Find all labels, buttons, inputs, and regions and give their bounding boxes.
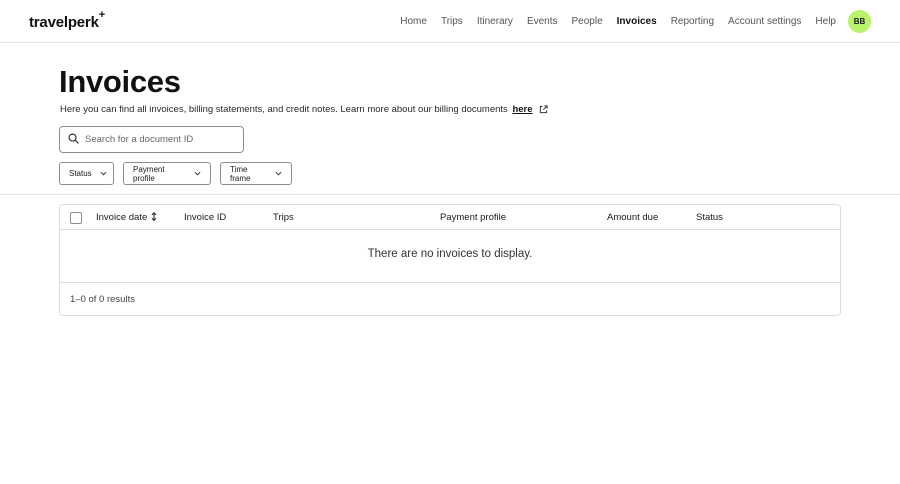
status-filter-label: Status bbox=[69, 169, 92, 178]
nav-account-settings[interactable]: Account settings bbox=[728, 0, 801, 43]
payment-profile-filter-label: Payment profile bbox=[133, 164, 165, 183]
column-invoice-id: Invoice ID bbox=[184, 212, 227, 223]
nav-people[interactable]: People bbox=[572, 0, 603, 43]
time-frame-filter-label: Time frame bbox=[230, 164, 251, 183]
nav-help[interactable]: Help bbox=[815, 0, 836, 43]
external-link-icon[interactable] bbox=[539, 105, 548, 117]
page-title: Invoices bbox=[59, 64, 181, 99]
main-nav: Home Trips Itinerary Events People Invoi… bbox=[386, 0, 836, 43]
nav-reporting[interactable]: Reporting bbox=[671, 0, 714, 43]
avatar[interactable]: BB bbox=[848, 10, 871, 33]
chevron-down-icon bbox=[100, 169, 107, 178]
sort-icon[interactable] bbox=[151, 207, 157, 232]
page-subtitle: Here you can find all invoices, billing … bbox=[60, 104, 548, 117]
logo-plus: + bbox=[98, 9, 105, 21]
select-all-checkbox[interactable] bbox=[70, 212, 82, 224]
table-header: Invoice date Invoice ID Trips Payment pr… bbox=[60, 205, 840, 230]
column-invoice-date[interactable]: Invoice date bbox=[96, 205, 157, 232]
time-frame-filter-dropdown[interactable]: Time frame bbox=[220, 162, 292, 185]
nav-home[interactable]: Home bbox=[400, 0, 427, 43]
logo-text: travelperk bbox=[29, 14, 99, 31]
results-count: 1–0 of 0 results bbox=[70, 294, 135, 305]
invoices-table: Invoice date Invoice ID Trips Payment pr… bbox=[59, 204, 841, 316]
search-icon bbox=[68, 131, 79, 149]
search-input[interactable] bbox=[85, 134, 235, 145]
empty-state-message: There are no invoices to display. bbox=[367, 248, 533, 260]
chevron-down-icon bbox=[194, 169, 201, 178]
travelperk-logo[interactable]: travelperk+ bbox=[29, 9, 105, 31]
column-status: Status bbox=[696, 212, 723, 223]
nav-invoices[interactable]: Invoices bbox=[617, 0, 657, 43]
column-trips: Trips bbox=[273, 212, 294, 223]
column-amount-due: Amount due bbox=[607, 212, 659, 223]
document-id-search[interactable] bbox=[59, 126, 244, 153]
table-footer-divider bbox=[60, 282, 840, 283]
top-navigation-bar: travelperk+ Home Trips Itinerary Events … bbox=[0, 0, 900, 43]
payment-profile-filter-dropdown[interactable]: Payment profile bbox=[123, 162, 211, 185]
chevron-down-icon bbox=[275, 169, 282, 178]
nav-events[interactable]: Events bbox=[527, 0, 558, 43]
nav-trips[interactable]: Trips bbox=[441, 0, 463, 43]
column-invoice-date-label: Invoice date bbox=[96, 212, 148, 223]
section-divider bbox=[0, 194, 900, 195]
nav-itinerary[interactable]: Itinerary bbox=[477, 0, 513, 43]
subtitle-text: Here you can find all invoices, billing … bbox=[60, 104, 508, 115]
column-payment-profile: Payment profile bbox=[440, 212, 507, 223]
status-filter-dropdown[interactable]: Status bbox=[59, 162, 114, 185]
billing-documents-link[interactable]: here bbox=[512, 104, 532, 115]
